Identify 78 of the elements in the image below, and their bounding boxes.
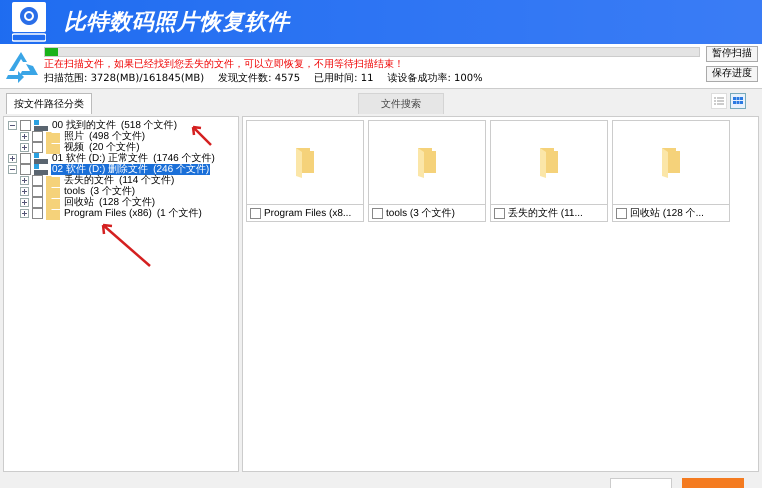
tree-item[interactable]: 00 找到的文件 (518 个文件) xyxy=(51,120,178,131)
list-view-button[interactable] xyxy=(711,93,727,109)
scan-message: 正在扫描文件，如果已经找到您丢失的文件，可以立即恢复，不用等待扫描结束！ xyxy=(44,59,405,71)
tile-label: 丢失的文件 (11... xyxy=(508,206,583,220)
checkbox[interactable] xyxy=(20,164,31,175)
expand-toggle[interactable] xyxy=(20,143,29,152)
drive-icon xyxy=(34,152,48,164)
scan-stat: 已用时间: 11 xyxy=(314,73,374,85)
checkbox[interactable] xyxy=(32,175,43,186)
annotation-arrow xyxy=(100,222,152,268)
minus-icon xyxy=(10,123,15,128)
tab[interactable]: 按文件路径分类 xyxy=(6,93,92,114)
plus-icon xyxy=(22,134,27,139)
tile-label: Program Files (x8... xyxy=(264,206,352,220)
tile-label: 回收站 (128 个... xyxy=(630,206,704,220)
folder-icon xyxy=(662,148,680,178)
tree-item[interactable]: 02 软件 (D:) 删除文件 (246 个文件) xyxy=(51,164,210,175)
minus-icon xyxy=(10,167,15,172)
folder-icon xyxy=(418,148,436,178)
expand-toggle[interactable] xyxy=(20,187,29,196)
drive-icon xyxy=(34,120,48,132)
folder-icon xyxy=(46,142,60,154)
folder-icon xyxy=(46,174,60,186)
drive-logo-icon xyxy=(12,2,46,42)
collapse-toggle[interactable] xyxy=(8,121,17,130)
tree-item[interactable]: 回收站 (128 个文件) xyxy=(63,197,156,208)
checkbox[interactable] xyxy=(494,208,505,218)
drive-icon xyxy=(34,164,48,176)
checkbox[interactable] xyxy=(250,208,261,218)
plus-icon xyxy=(10,156,15,161)
plus-icon xyxy=(22,145,27,150)
tree-item[interactable]: Program Files (x86) (1 个文件) xyxy=(63,208,203,219)
tab[interactable]: 文件搜索 xyxy=(358,93,444,114)
checkbox[interactable] xyxy=(372,208,383,218)
collapse-toggle[interactable] xyxy=(8,165,17,174)
checkbox[interactable] xyxy=(20,120,31,131)
folder-icon xyxy=(540,148,558,178)
tree-item[interactable]: tools (3 个文件) xyxy=(63,186,136,197)
tree-item[interactable]: 丢失的文件 (114 个文件) xyxy=(63,175,176,186)
checkbox[interactable] xyxy=(32,208,43,219)
folder-icon xyxy=(46,130,60,142)
expand-toggle[interactable] xyxy=(20,198,29,207)
folder-icon xyxy=(46,186,60,198)
tree-item[interactable]: 视频 (20 个文件) xyxy=(63,142,141,153)
checkbox[interactable] xyxy=(32,197,43,208)
folder-icon xyxy=(46,196,60,208)
folder-tile[interactable]: 回收站 (128 个... xyxy=(612,120,730,222)
plus-icon xyxy=(22,178,27,183)
checkbox[interactable] xyxy=(616,208,627,218)
checkbox[interactable] xyxy=(20,153,31,164)
tree-item[interactable]: 照片 (498 个文件) xyxy=(63,131,146,142)
checkbox[interactable] xyxy=(32,131,43,142)
expand-toggle[interactable] xyxy=(20,132,29,141)
tile-label: tools (3 个文件) xyxy=(386,206,455,220)
scan-stat: 扫描范围: 3728(MB)/161845(MB) xyxy=(44,73,204,85)
grid-icon xyxy=(733,97,743,105)
checkbox[interactable] xyxy=(32,142,43,153)
annotation-arrow xyxy=(190,124,212,146)
scan-stat: 发现文件数: 4575 xyxy=(218,73,300,85)
tree-item[interactable]: 01 软件 (D:) 正常文件 (1746 个文件) xyxy=(51,153,216,164)
expand-toggle[interactable] xyxy=(20,176,29,185)
scan-stat: 读设备成功率: 100% xyxy=(387,73,483,85)
folder-tile[interactable]: Program Files (x8... xyxy=(246,120,364,222)
checkbox[interactable] xyxy=(32,186,43,197)
scan-button[interactable]: 暂停扫描 xyxy=(706,46,758,62)
grid-view-button[interactable] xyxy=(730,93,746,109)
folder-icon xyxy=(46,208,60,220)
plus-icon xyxy=(22,211,27,216)
folder-tile[interactable]: 丢失的文件 (11... xyxy=(490,120,608,222)
plus-icon xyxy=(22,189,27,194)
list-icon xyxy=(714,97,724,105)
expand-toggle[interactable] xyxy=(8,154,17,163)
scan-button[interactable]: 保存进度 xyxy=(706,66,758,82)
folder-icon xyxy=(296,148,314,178)
window-title: 比特数码照片恢复软件 xyxy=(64,8,290,36)
expand-toggle[interactable] xyxy=(20,209,29,218)
folder-tile[interactable]: tools (3 个文件) xyxy=(368,120,486,222)
plus-icon xyxy=(22,200,27,205)
